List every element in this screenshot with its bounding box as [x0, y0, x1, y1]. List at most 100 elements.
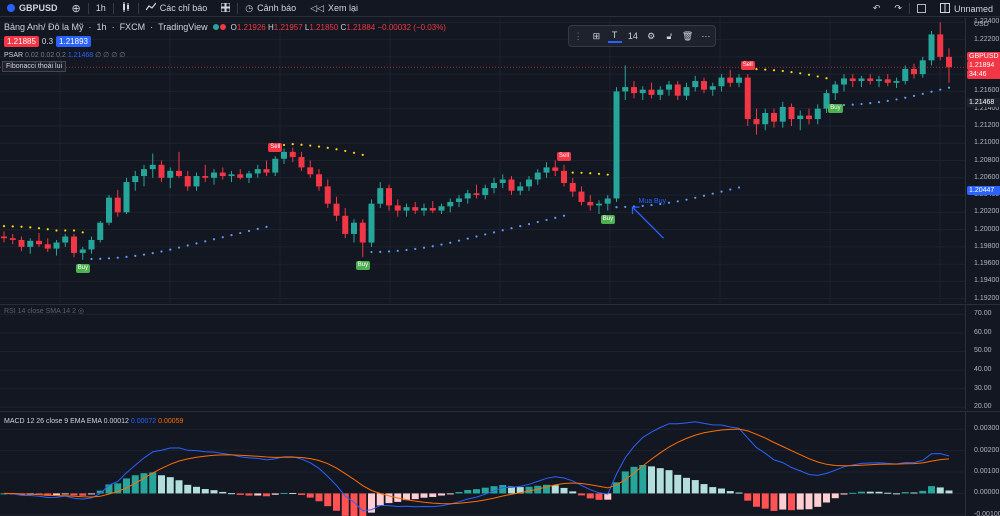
- legend-interval: 1h: [96, 22, 107, 32]
- macd-histogram-bar: [306, 493, 314, 498]
- rsi-chart: [0, 313, 965, 408]
- candle-body: [114, 197, 121, 213]
- psar-dot: [142, 253, 146, 256]
- redo-button[interactable]: ↷: [887, 0, 909, 17]
- trash-icon[interactable]: 🗑︎: [681, 29, 695, 43]
- candle-body: [316, 174, 322, 187]
- candle-body: [674, 84, 681, 96]
- candle-body: [272, 158, 279, 173]
- price-tick: 1.21600: [974, 87, 1000, 95]
- macd-histogram-bar: [814, 493, 822, 507]
- psar-dot: [72, 229, 76, 232]
- sell-price-button[interactable]: 1.21885: [4, 36, 39, 47]
- macd-histogram-bar: [429, 493, 437, 497]
- macd-histogram-bar: [184, 484, 192, 494]
- psar-dot: [492, 231, 496, 234]
- psar-dot: [396, 249, 399, 252]
- psar-dot: [685, 198, 688, 201]
- macd-histogram-bar: [420, 493, 428, 498]
- arrow-line: [632, 206, 664, 239]
- macd-histogram-bar: [376, 493, 384, 506]
- macd-histogram-bar: [788, 493, 795, 511]
- lock-icon[interactable]: 🔓︎: [662, 29, 676, 43]
- candle-body: [386, 188, 392, 206]
- compare-button[interactable]: ⊕: [65, 0, 88, 17]
- arrow-note-text[interactable]: Mua Buy: [639, 198, 667, 205]
- template-icon[interactable]: ⊞: [589, 29, 603, 43]
- psar-dot: [29, 226, 32, 229]
- candle-body: [324, 186, 331, 204]
- undo-button[interactable]: ↶: [866, 0, 888, 17]
- drag-handle-icon[interactable]: ⋮: [571, 29, 585, 43]
- replay-button[interactable]: ◁◁ Xem lại: [303, 0, 365, 17]
- macd-tick: 0.00300: [974, 425, 1000, 433]
- sell-signal-badge: Sell: [268, 143, 283, 153]
- eye-icon[interactable]: ◎: [78, 308, 84, 315]
- psar-value: 1.21468: [67, 52, 94, 59]
- psar-dot: [116, 256, 119, 259]
- macd-scale[interactable]: 0.00300 0.00200 0.00100 0.00000 -0.00100: [965, 411, 1000, 516]
- indicators-button[interactable]: Các chỉ báo: [139, 0, 215, 17]
- macd-histogram-bar: [236, 493, 244, 495]
- psar-dot: [265, 225, 268, 228]
- templates-button[interactable]: [214, 0, 237, 17]
- macd-histogram-bar: [254, 493, 262, 496]
- layout-button[interactable]: Unnamed: [933, 0, 1000, 17]
- psar-legend[interactable]: PSAR 0.02 0.02 0.2 1.21468 ∅ ∅ ∅ ∅: [4, 51, 125, 59]
- symbol-search-button[interactable]: GBPUSD: [0, 0, 65, 17]
- macd-tick: 0.00200: [974, 446, 1000, 454]
- main-chart-pane[interactable]: Sell Sell Sell Buy Buy Buy Buy Mua Buy: [0, 18, 965, 303]
- font-size-value[interactable]: 14: [626, 29, 640, 43]
- macd-histogram-bar: [481, 487, 489, 494]
- macd-histogram-bar: [123, 478, 130, 494]
- chart-type-button[interactable]: [114, 0, 138, 17]
- macd-histogram-bar: [595, 493, 603, 500]
- text-tool-icon[interactable]: T: [607, 29, 622, 43]
- psar-dot: [256, 227, 259, 230]
- candle-body: [53, 242, 60, 249]
- candle-body: [473, 193, 480, 196]
- candlestick-chart[interactable]: [0, 18, 965, 303]
- layout-icon: [939, 2, 950, 15]
- macd-pane[interactable]: [0, 411, 965, 516]
- rsi-tick: 30.00: [974, 384, 992, 392]
- fullscreen-button[interactable]: [910, 0, 933, 17]
- psar-dot: [160, 250, 163, 253]
- candle-body: [508, 179, 515, 191]
- settings-gear-icon[interactable]: ⚙: [644, 29, 658, 43]
- interval-button[interactable]: 1h: [89, 0, 113, 17]
- alerts-button[interactable]: ◷ Cảnh báo: [238, 0, 303, 17]
- crosshair-price-label: 1.20447: [967, 185, 1000, 195]
- candle-body: [701, 81, 707, 90]
- price-tick: 1.22400: [974, 18, 1000, 26]
- open-value: 1.21926: [236, 22, 266, 32]
- macd-histogram-bar: [149, 472, 157, 494]
- more-icon[interactable]: ···: [699, 29, 713, 43]
- symbol-description[interactable]: Bảng Anh/ Đô la Mỹ: [4, 22, 84, 32]
- psar-dot: [2, 225, 6, 228]
- rsi-pane[interactable]: [0, 304, 965, 410]
- psar-dot: [720, 190, 723, 193]
- candle-body: [211, 172, 217, 178]
- macd-histogram-bar: [691, 480, 699, 494]
- psar-dot: [562, 214, 566, 217]
- macd-histogram-bar: [324, 493, 332, 507]
- candle-body: [482, 188, 489, 196]
- psar-dot: [877, 101, 881, 104]
- macd-histogram-bar: [201, 489, 209, 494]
- rsi-legend[interactable]: RSI 14 close SMA 14 2 ◎: [4, 307, 84, 315]
- rsi-scale[interactable]: 70.00 60.00 50.00 40.00 30.00 20.00: [965, 304, 1000, 410]
- grid-icon: [220, 2, 231, 14]
- fibonacci-tooltip: Fibonacci thoái lui: [2, 61, 67, 72]
- candle-body: [9, 238, 16, 240]
- macd-legend[interactable]: MACD 12 26 close 9 EMA EMA 0.00012 0.000…: [4, 418, 183, 425]
- buy-price-button[interactable]: 1.21893: [56, 36, 91, 47]
- psar-dot: [352, 151, 356, 154]
- macd-histogram-bar: [210, 490, 218, 494]
- candle-body: [744, 77, 751, 120]
- macd-histogram-bar: [796, 493, 804, 510]
- price-scale[interactable]: USD 1.224001.222001.220001.218001.216001…: [965, 18, 1000, 303]
- market-status-icon[interactable]: [212, 24, 226, 30]
- psar-dot: [300, 143, 303, 146]
- candle-body: [779, 106, 786, 122]
